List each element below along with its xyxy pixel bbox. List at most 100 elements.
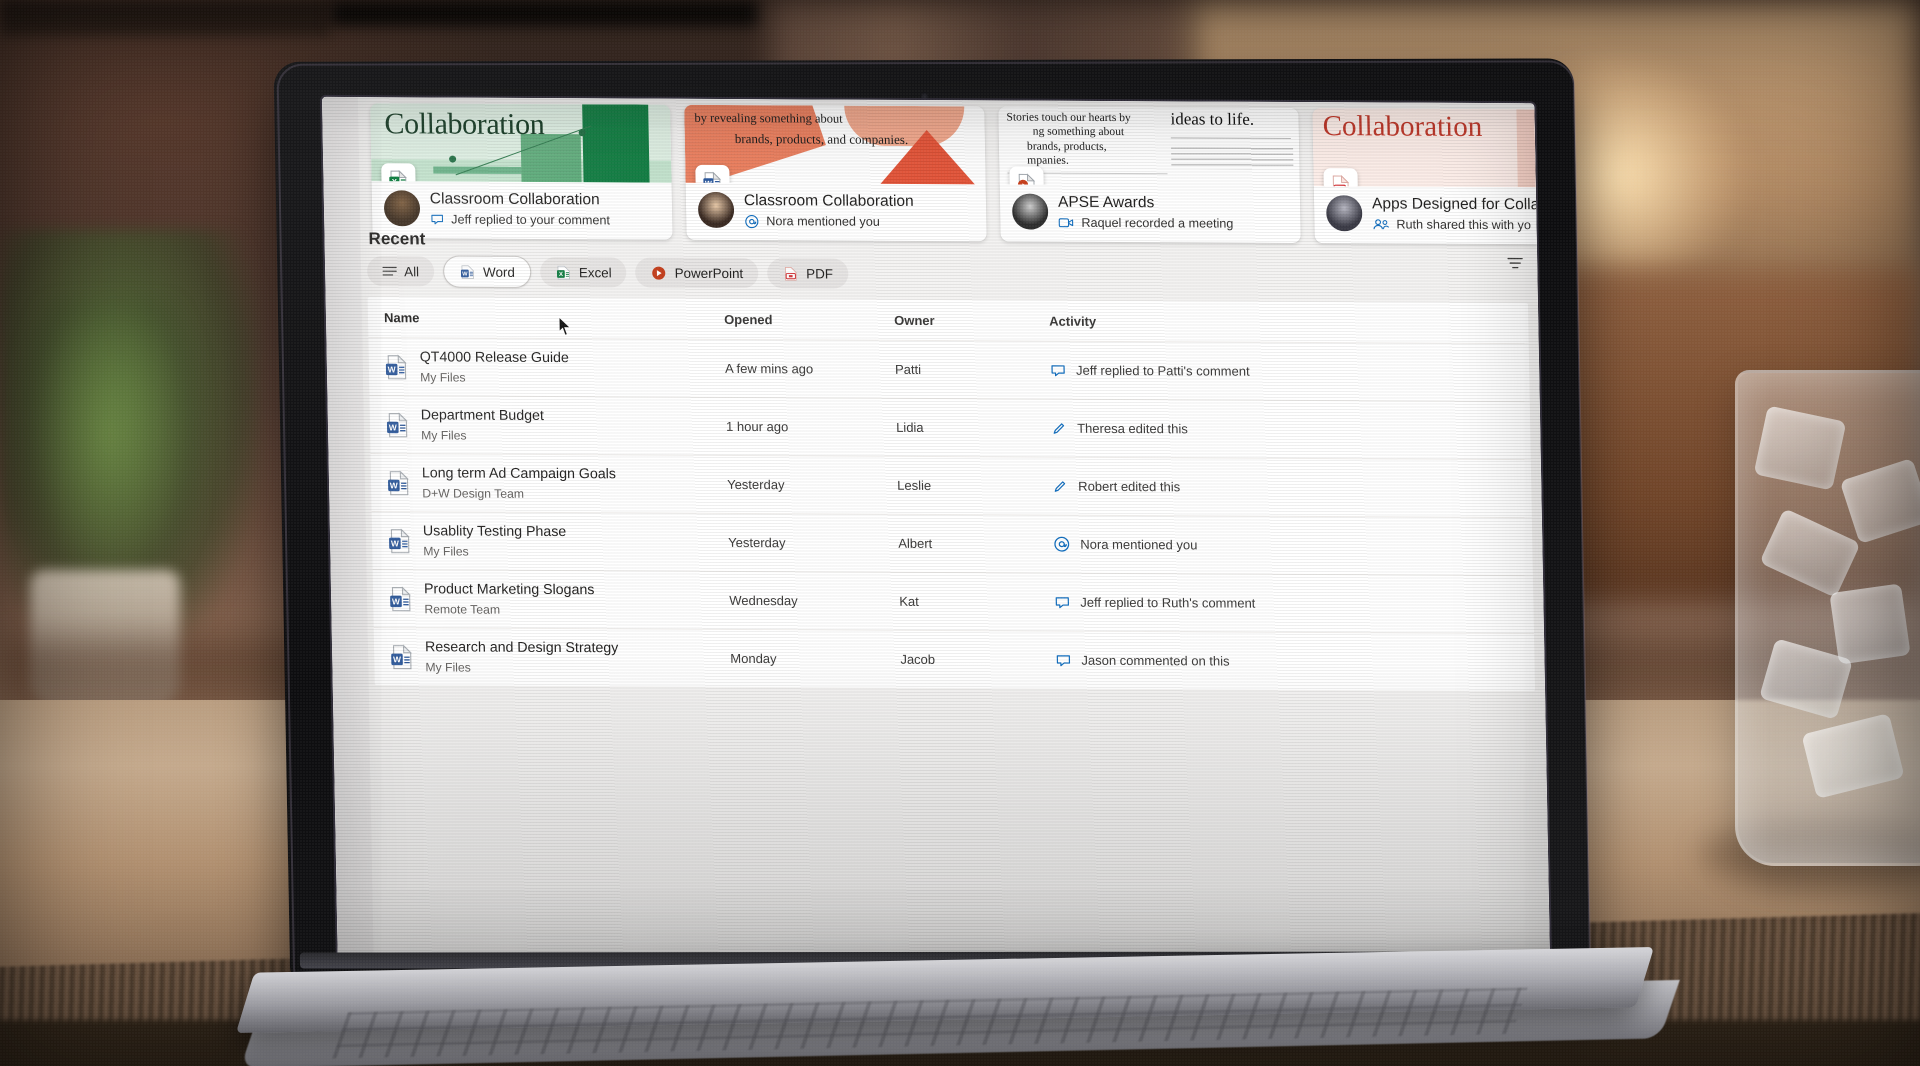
table-row[interactable]: W QT4000 Release Guide My Files A few mi…: [368, 337, 1530, 402]
card-thumbnail-word: by revealing something about brands, pro…: [684, 104, 986, 185]
svg-text:W: W: [391, 538, 399, 548]
thumb-title: Collaboration: [384, 107, 545, 142]
activity-text: Jeff replied to Patti's comment: [1075, 362, 1250, 379]
owner-cell: Kat: [899, 593, 919, 609]
quick-access-card[interactable]: by revealing something about brands, pro…: [684, 104, 987, 242]
card-activity: Raquel recorded a meeting: [1058, 216, 1233, 231]
chart-point: [578, 129, 586, 137]
column-header-owner[interactable]: Owner: [894, 312, 1049, 328]
svg-text:W: W: [390, 480, 398, 490]
card-title: APSE Awards: [1057, 193, 1155, 212]
table-row[interactable]: W Usablity Testing Phase My Files Yester…: [371, 511, 1533, 576]
table-row[interactable]: W Department Budget My Files 1 hour ago …: [369, 395, 1531, 460]
file-name: Product Marketing Slogans: [423, 581, 595, 599]
card-activity: Ruth shared this with yo: [1372, 217, 1539, 232]
card-title: Classroom Collaboration: [743, 192, 914, 210]
file-location: My Files: [421, 427, 467, 443]
screen-content: Collaboration X Classroom Collaboration: [321, 96, 1551, 964]
people-icon: [1373, 219, 1390, 230]
chip-word[interactable]: W Word: [442, 255, 532, 288]
thumb-rule: [1170, 137, 1291, 139]
activity-text: Nora mentioned you: [1080, 536, 1198, 553]
card-info: Classroom Collaboration Nora mentioned y…: [686, 183, 987, 241]
column-header-name[interactable]: Name: [384, 310, 724, 327]
file-location: My Files: [419, 369, 466, 385]
word-icon: W: [386, 411, 408, 437]
table-header-row: Name Opened Owner Activity: [368, 297, 1529, 343]
file-type-filters: All W Word X Excel PowerPoint PDF: [366, 255, 849, 290]
file-name-cell[interactable]: W QT4000 Release Guide My Files: [385, 350, 726, 386]
comment-icon: [431, 214, 444, 225]
chip-powerpoint[interactable]: PowerPoint: [635, 257, 759, 289]
svg-text:W: W: [392, 596, 400, 606]
chip-excel[interactable]: X Excel: [539, 256, 627, 288]
list-icon: [382, 266, 397, 276]
word-icon: W: [390, 585, 411, 611]
file-name-cell[interactable]: W Research and Design Strategy My Files: [390, 640, 731, 676]
thumb-title: Collaboration: [1322, 110, 1483, 143]
quick-access-card[interactable]: Stories touch our hearts by ng something…: [998, 106, 1301, 243]
file-name-cell[interactable]: W Department Budget My Files: [386, 408, 727, 444]
powerpoint-icon: [1009, 166, 1044, 186]
column-header-opened[interactable]: Opened: [724, 311, 894, 327]
owner-cell: Lidia: [895, 419, 924, 435]
laptop: Collaboration X Classroom Collaboration: [0, 0, 1920, 1066]
owner-cell: Patti: [894, 361, 922, 377]
thumb-headline: ideas to life.: [1170, 109, 1255, 129]
activity-text: Theresa edited this: [1077, 420, 1188, 437]
owner-cell: Albert: [898, 535, 933, 551]
card-activity-text: Nora mentioned you: [766, 214, 880, 230]
chip-pdf[interactable]: PDF: [766, 258, 849, 289]
activity-cell: Jason commented on this: [1055, 652, 1518, 670]
file-name: Usablity Testing Phase: [422, 523, 567, 541]
card-activity: Nora mentioned you: [744, 214, 914, 230]
table-row[interactable]: W Product Marketing Slogans Remote Team …: [372, 569, 1534, 634]
thumb-line-1: by revealing something about: [694, 110, 843, 126]
activity-cell: Jeff replied to Ruth's comment: [1054, 594, 1517, 612]
table-row[interactable]: W Long term Ad Campaign Goals D+W Design…: [370, 453, 1532, 518]
file-name-cell[interactable]: W Product Marketing Slogans Remote Team: [389, 582, 730, 618]
video-icon: [1058, 218, 1074, 228]
file-name: QT4000 Release Guide: [419, 349, 570, 367]
excel-icon: X: [556, 265, 570, 279]
file-name-cell[interactable]: W Long term Ad Campaign Goals D+W Design…: [387, 466, 728, 502]
powerpoint-icon: [652, 266, 666, 280]
chip-all[interactable]: All: [366, 256, 435, 287]
chart-bar: [582, 104, 650, 183]
pencil-icon: [1054, 480, 1066, 492]
opened-cell: 1 hour ago: [725, 418, 789, 435]
laptop-screen: Collaboration X Classroom Collaboration: [321, 96, 1551, 964]
activity-cell: Theresa edited this: [1051, 420, 1514, 438]
file-name: Department Budget: [420, 407, 545, 425]
chip-label: PowerPoint: [674, 265, 744, 281]
svg-text:W: W: [388, 364, 396, 374]
opened-cell: A few mins ago: [724, 360, 814, 377]
thumb-line-4: mpanies.: [1027, 154, 1069, 168]
card-info: Apps Designed for Colla Ruth shared this…: [1314, 186, 1550, 244]
thumb-line-2: ng something about: [1032, 125, 1125, 139]
column-header-activity[interactable]: Activity: [1049, 313, 1512, 330]
pdf-icon: [1323, 168, 1359, 188]
thumb-line-2: brands, products, and companies.: [734, 131, 909, 147]
filter-icon[interactable]: [1505, 253, 1525, 278]
opened-cell: Yesterday: [728, 534, 786, 551]
chart-point: [449, 155, 457, 163]
quick-access-card[interactable]: Collaboration X Classroom Collaboration: [370, 103, 673, 240]
word-icon: W: [388, 469, 409, 495]
activity-text: Jeff replied to Ruth's comment: [1080, 594, 1256, 611]
word-icon: W: [385, 353, 407, 379]
opened-cell: Yesterday: [726, 476, 785, 493]
quick-access-cards: Collaboration X Classroom Collaboration: [370, 103, 1551, 245]
card-activity-text: Jeff replied to your comment: [451, 212, 611, 228]
table-row[interactable]: W Research and Design Strategy My Files …: [373, 627, 1536, 692]
file-name-cell[interactable]: W Usablity Testing Phase My Files: [388, 524, 729, 560]
word-icon: W: [389, 527, 410, 553]
pdf-icon: [784, 266, 797, 281]
opened-cell: Monday: [730, 650, 777, 667]
svg-text:W: W: [389, 422, 397, 432]
activity-cell: Nora mentioned you: [1053, 536, 1516, 555]
file-name: Long term Ad Campaign Goals: [421, 465, 617, 483]
card-title: Classroom Collaboration: [429, 190, 600, 209]
avatar: [1011, 193, 1049, 230]
quick-access-card[interactable]: Collaboration Apps Designed for Colla Ru…: [1312, 108, 1551, 245]
